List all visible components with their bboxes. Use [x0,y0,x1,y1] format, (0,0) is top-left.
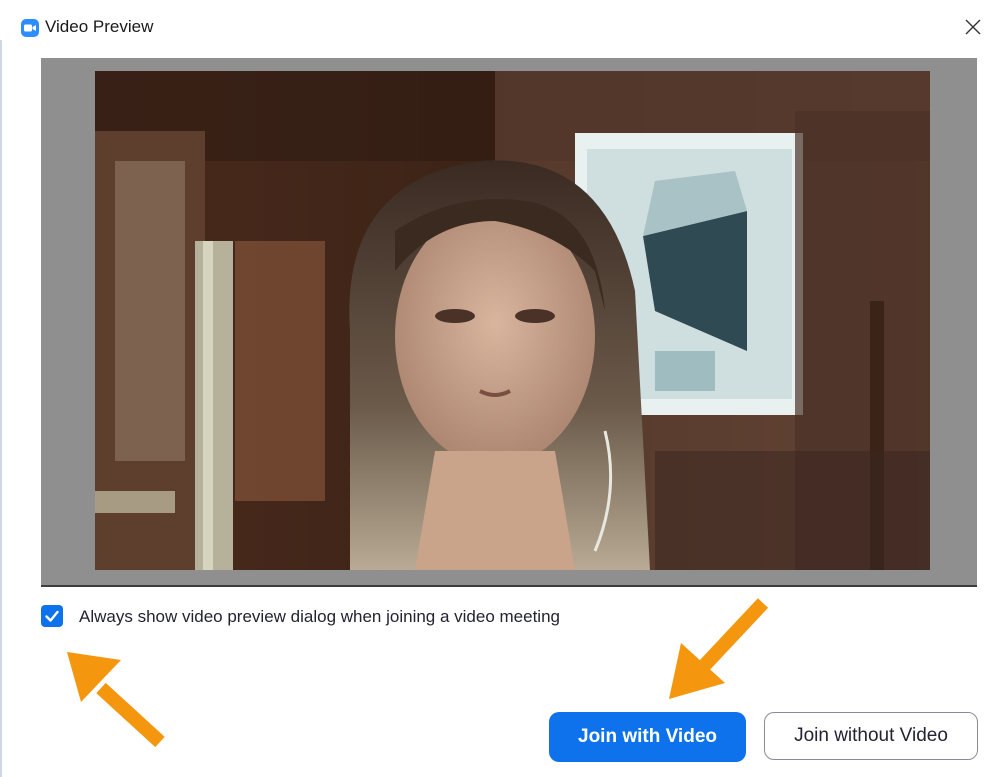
close-icon[interactable] [962,14,984,40]
title-bar: Video Preview [0,0,984,58]
preview-divider [41,585,977,587]
join-with-video-button[interactable]: Join with Video [549,712,746,762]
video-preview-dialog: Video Preview Always show video preview … [0,0,984,777]
webcam-video-feed [95,71,930,570]
window-title: Video Preview [45,17,154,36]
join-without-video-button[interactable]: Join without Video [764,712,978,760]
zoom-camera-icon [21,19,39,37]
window-left-border [0,40,2,777]
always-show-preview-label[interactable]: Always show video preview dialog when jo… [79,607,560,627]
annotation-arrow-icon [669,598,769,699]
always-show-preview-checkbox[interactable] [41,605,63,627]
annotation-arrow-icon [67,652,165,748]
